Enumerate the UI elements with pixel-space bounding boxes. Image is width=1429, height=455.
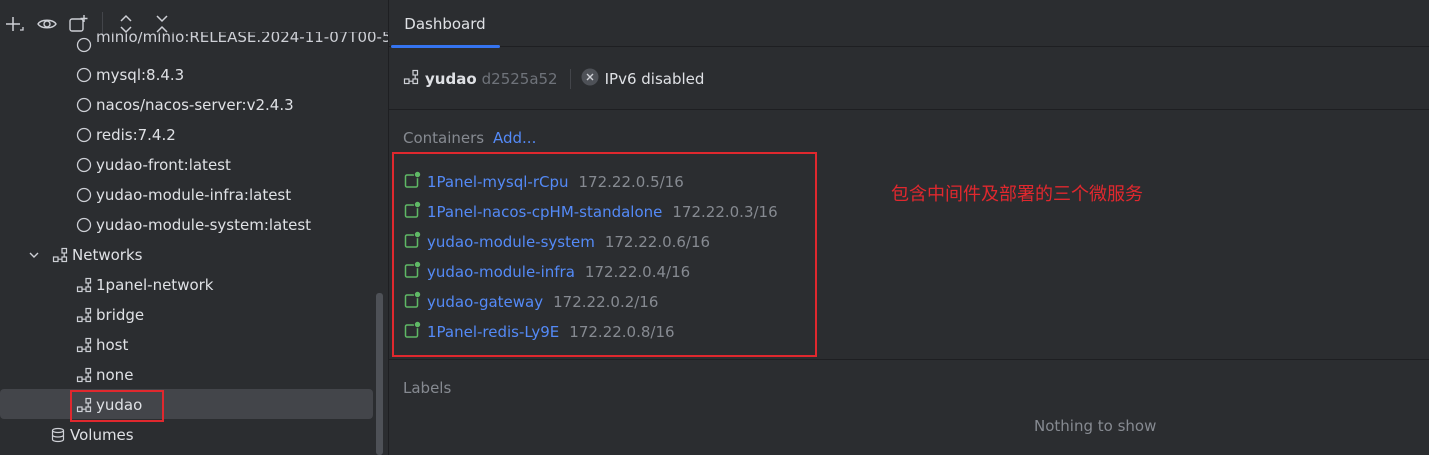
- tree-selection-highlight: [0, 389, 373, 419]
- tree-item-label: minio/minio:RELEASE.2024-11-07T00-52: [96, 32, 402, 46]
- network-header: yudao d2525a52 IPv6 disabled: [403, 64, 704, 94]
- tab-bar: Dashboard: [389, 0, 1429, 48]
- tree-group-label: Networks: [72, 246, 143, 264]
- tree-item-label: nacos/nacos-server:v2.4.3: [96, 96, 294, 114]
- annotation-highlight-box: [70, 390, 164, 422]
- image-icon: [74, 125, 94, 145]
- section-divider: [389, 359, 1429, 360]
- tree-item-label: redis:7.4.2: [96, 126, 176, 144]
- labels-section-title: Labels: [403, 379, 452, 397]
- services-tree-panel: minio/minio:RELEASE.2024-11-07T00-52 mys…: [0, 0, 401, 455]
- image-icon: [74, 65, 94, 85]
- network-id: d2525a52: [481, 70, 558, 88]
- tree-item-label: host: [96, 336, 129, 354]
- tree-item-image[interactable]: yudao-module-system:latest: [74, 210, 311, 240]
- tree-item-image[interactable]: yudao-front:latest: [74, 150, 231, 180]
- tree-group-volumes[interactable]: Volumes: [48, 420, 134, 450]
- network-name: yudao: [425, 70, 477, 88]
- tree-item-image[interactable]: redis:7.4.2: [74, 120, 176, 150]
- tree-item-label: 1panel-network: [96, 276, 214, 294]
- tree-item-network[interactable]: bridge: [74, 300, 144, 330]
- ipv6-status: IPv6 disabled: [604, 70, 705, 88]
- containers-section-title: Containers: [403, 129, 485, 147]
- network-icon: [403, 69, 419, 89]
- network-icon: [74, 305, 94, 325]
- tree-group-label: Volumes: [70, 426, 134, 444]
- tree-item-image[interactable]: mysql:8.4.3: [74, 60, 184, 90]
- tree-item-label: mysql:8.4.3: [96, 66, 185, 84]
- image-icon: [74, 185, 94, 205]
- tree-item-minio[interactable]: minio/minio:RELEASE.2024-11-07T00-52: [74, 32, 401, 58]
- close-circle-icon: [581, 68, 599, 90]
- annotation-text: 包含中间件及部署的三个微服务: [891, 184, 1143, 205]
- add-icon[interactable]: [0, 9, 30, 39]
- tree-item-network[interactable]: none: [74, 360, 133, 390]
- image-icon: [74, 35, 94, 55]
- tree-item-label: yudao-front:latest: [96, 156, 231, 174]
- tab-dashboard[interactable]: Dashboard: [389, 0, 501, 48]
- tree-item-image[interactable]: nacos/nacos-server:v2.4.3: [74, 90, 294, 120]
- network-icon: [74, 275, 94, 295]
- image-icon: [74, 95, 94, 115]
- section-divider: [389, 109, 1429, 110]
- tree-item-label: yudao-module-infra:latest: [96, 186, 292, 204]
- tree-group-networks[interactable]: Networks: [24, 240, 142, 270]
- tab-label: Dashboard: [404, 14, 486, 33]
- labels-empty-text: Nothing to show: [1034, 417, 1157, 435]
- tree-item-label: none: [96, 366, 134, 384]
- eye-icon[interactable]: [32, 9, 62, 39]
- database-icon: [48, 425, 68, 445]
- network-icon: [50, 245, 70, 265]
- tree-item-image[interactable]: yudao-module-infra:latest: [74, 180, 291, 210]
- header-separator: [569, 69, 571, 89]
- add-container-link[interactable]: Add...: [493, 129, 536, 147]
- image-icon: [74, 215, 94, 235]
- network-icon: [74, 335, 94, 355]
- annotation-highlight-box: [392, 152, 817, 357]
- tree-item-network[interactable]: host: [74, 330, 128, 360]
- tree-scrollbar[interactable]: [376, 293, 383, 455]
- tree-item-label: bridge: [96, 306, 145, 324]
- image-icon: [74, 155, 94, 175]
- tree-item-network[interactable]: 1panel-network: [74, 270, 214, 300]
- tree-item-label: yudao-module-system:latest: [96, 216, 312, 234]
- network-icon: [74, 365, 94, 385]
- tab-active-indicator: [391, 45, 500, 48]
- chevron-down-icon[interactable]: [24, 245, 44, 265]
